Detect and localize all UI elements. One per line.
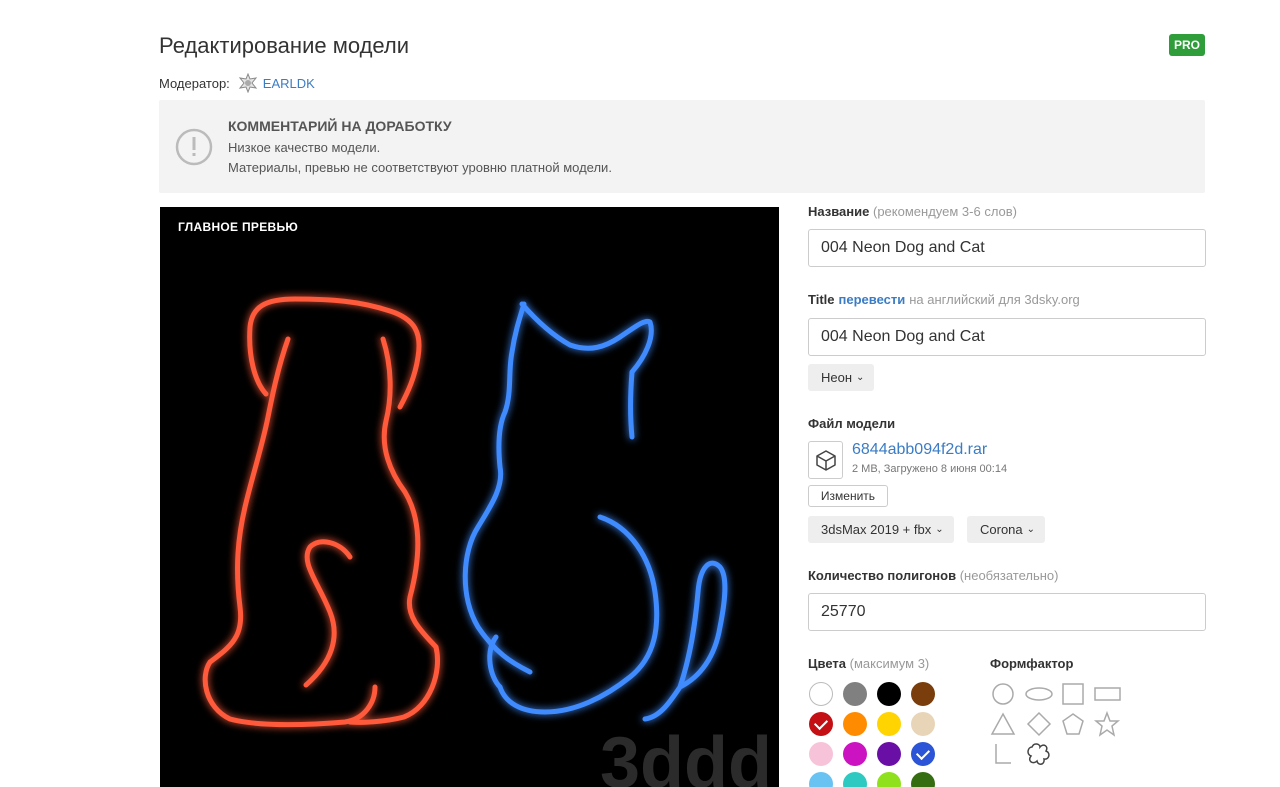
square-shape-icon[interactable] [1058, 681, 1088, 707]
chevron-down-icon: ⌄ [1026, 524, 1036, 535]
title-input[interactable]: 004 Neon Dog and Cat [808, 318, 1206, 356]
file-meta: 2 MB, Загружено 8 июня 00:14 [852, 463, 1008, 475]
color-swatch-dark-green[interactable] [911, 772, 935, 787]
name-label: Название (рекомендуем 3-6 слов) [808, 204, 1018, 219]
formfactor-label: Формфактор [990, 656, 1074, 671]
preview-image: 3ddd [202, 296, 772, 787]
preview-label: ГЛАВНОЕ ПРЕВЬЮ [178, 220, 299, 234]
change-file-button[interactable]: Изменить [808, 485, 888, 507]
color-swatch-brown[interactable] [911, 682, 935, 706]
color-swatch-white[interactable] [809, 682, 833, 706]
color-swatch-red[interactable] [809, 712, 833, 736]
color-swatch-light-green[interactable] [877, 772, 901, 787]
comment-line: Низкое качество модели. [228, 140, 381, 155]
moderator-link[interactable]: EARLDK [263, 76, 315, 91]
color-swatch-pink[interactable] [809, 742, 833, 766]
color-swatch-magenta[interactable] [843, 742, 867, 766]
format-dropdown[interactable]: 3dsMax 2019 + fbx ⌄ [808, 516, 954, 543]
title-hint: на английский для 3dsky.org [909, 292, 1080, 307]
freeform-shape-icon[interactable] [1024, 741, 1054, 767]
pentagon-shape-icon[interactable] [1058, 711, 1088, 737]
color-swatch-purple[interactable] [877, 742, 901, 766]
color-swatch-black[interactable] [877, 682, 901, 706]
name-input[interactable]: 004 Neon Dog and Cat [808, 229, 1206, 267]
colors-label: Цвета (максимум 3) [808, 656, 930, 671]
ellipse-shape-icon[interactable] [1024, 681, 1054, 707]
category-dropdown[interactable]: Неон ⌄ [808, 364, 875, 391]
circle-shape-icon[interactable] [989, 681, 1019, 707]
main-preview[interactable]: 3ddd ГЛАВНОЕ ПРЕВЬЮ [160, 207, 779, 787]
pro-badge: PRO [1169, 34, 1205, 56]
polygons-hint: (необязательно) [959, 568, 1059, 583]
chevron-down-icon: ⌄ [856, 372, 865, 383]
polygons-label: Количество полигонов (необязательно) [808, 568, 1059, 583]
color-swatch-yellow[interactable] [877, 712, 901, 736]
color-swatch-blue[interactable] [911, 742, 935, 766]
color-swatch-beige[interactable] [911, 712, 935, 736]
watermark: 3ddd [600, 723, 772, 787]
translate-link[interactable]: перевести [839, 292, 906, 307]
comment-line: Материалы, превью не соответствуют уровн… [228, 160, 612, 175]
star-shape-icon[interactable] [1092, 711, 1122, 737]
color-swatch-turquoise[interactable] [843, 772, 867, 787]
moderator-label: Модератор: [159, 75, 230, 91]
polygons-input[interactable]: 25770 [808, 593, 1206, 631]
name-hint: (рекомендуем 3-6 слов) [873, 204, 1018, 219]
triangle-shape-icon[interactable] [989, 711, 1019, 737]
renderer-dropdown-label: Corona [980, 522, 1023, 537]
diamond-shape-icon[interactable] [1024, 711, 1054, 737]
file-link[interactable]: 6844abb094f2d.rar [852, 441, 987, 459]
page-title: Редактирование модели [159, 33, 410, 58]
color-swatch-orange[interactable] [843, 712, 867, 736]
category-dropdown-label: Неон [821, 370, 853, 385]
file-label: Файл модели [808, 416, 896, 431]
title-label: Title перевести на английский для 3dsky.or… [808, 292, 1080, 307]
moderator-row: Модератор: EARLDK [159, 72, 315, 94]
color-swatch-gray[interactable] [843, 682, 867, 706]
chevron-down-icon: ⌄ [935, 524, 944, 535]
colors-hint: (максимум 3) [849, 656, 930, 671]
rectangle-shape-icon[interactable] [1092, 681, 1122, 707]
l-shape-icon[interactable] [989, 741, 1019, 767]
comment-title: КОММЕНТАРИЙ НА ДОРАБОТКУ [228, 118, 452, 134]
color-swatch-light-blue[interactable] [809, 772, 833, 787]
revision-comment-box: КОММЕНТАРИЙ НА ДОРАБОТКУ Низкое качество… [159, 100, 1205, 193]
renderer-dropdown[interactable]: Corona ⌄ [967, 516, 1046, 543]
exclamation-circle-icon [175, 128, 213, 166]
format-dropdown-label: 3dsMax 2019 + fbx [821, 522, 932, 537]
file-box-icon [808, 441, 843, 479]
sheriff-badge-icon [238, 72, 258, 94]
